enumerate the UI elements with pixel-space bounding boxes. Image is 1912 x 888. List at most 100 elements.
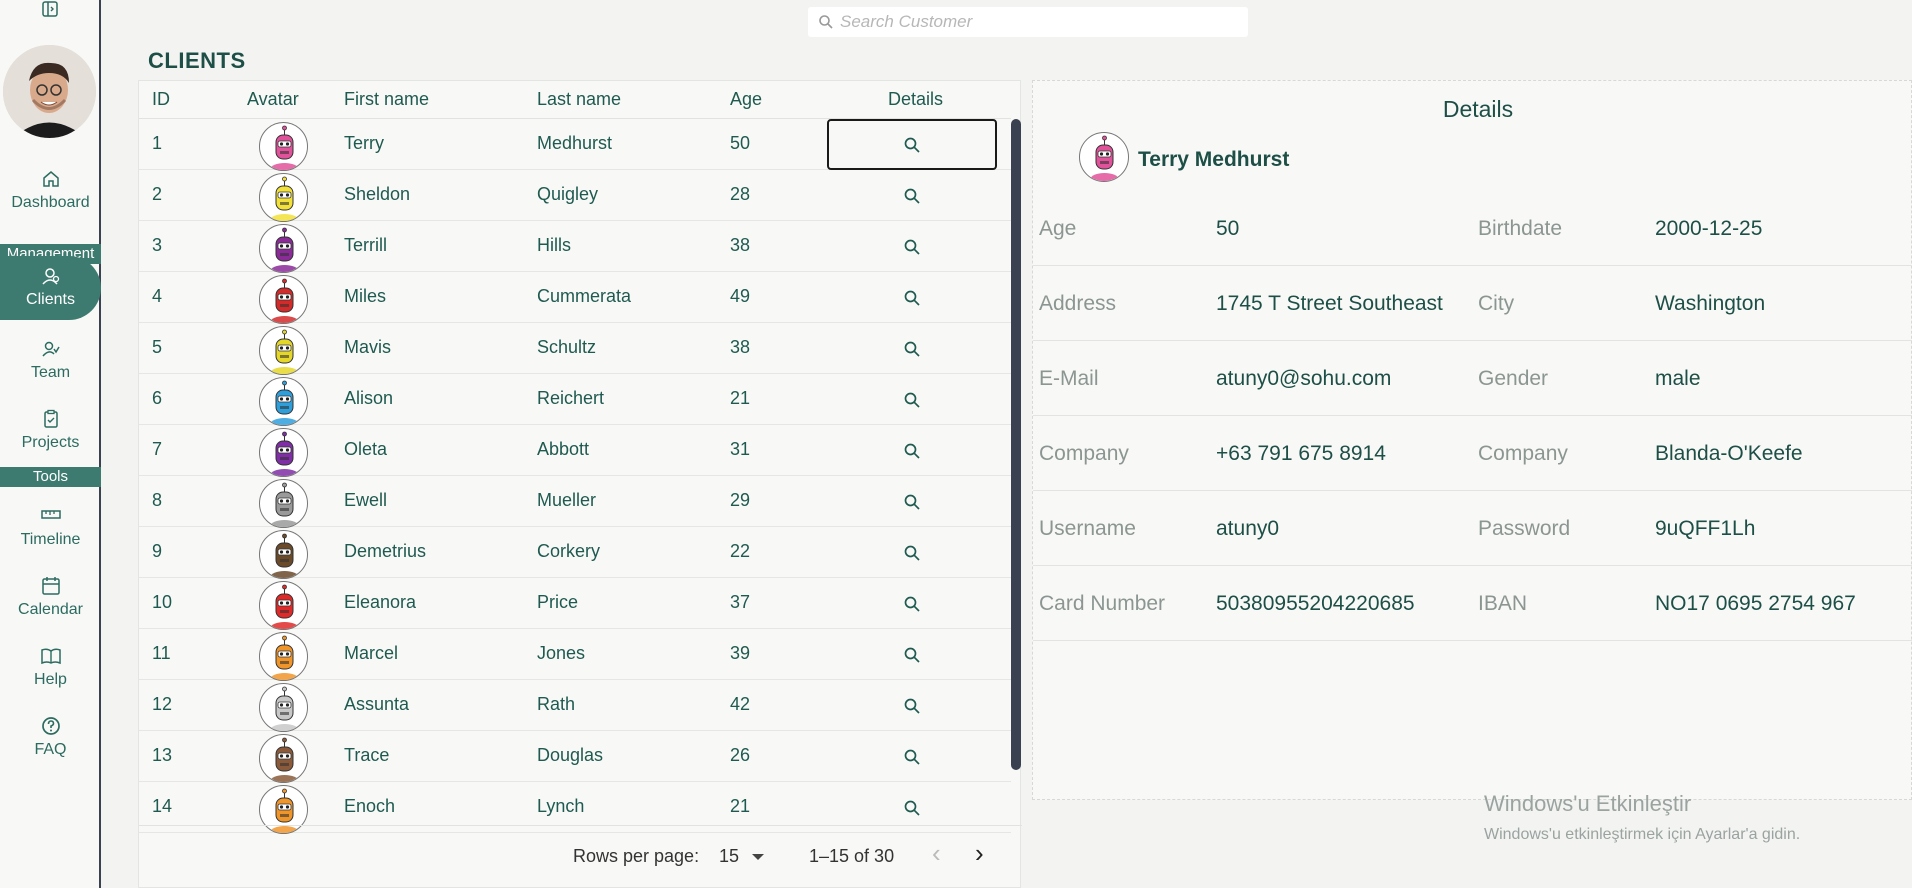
header-age[interactable]: Age <box>730 89 762 110</box>
cell-last-name: Mueller <box>537 490 597 510</box>
details-button[interactable] <box>827 323 997 374</box>
details-label: Company <box>1478 442 1568 465</box>
table-row[interactable]: 11 Marcel Jones 39 <box>139 629 1011 681</box>
cell-id: 6 <box>152 388 163 408</box>
row-avatar <box>259 530 308 579</box>
clients-icon <box>41 268 59 285</box>
details-name: Terry Medhurst <box>1138 148 1290 171</box>
nav-dashboard-label: Dashboard <box>11 194 90 211</box>
cell-last-name: Quigley <box>537 184 599 204</box>
nav-projects[interactable]: Projects <box>0 408 101 452</box>
table-row[interactable]: 8 Ewell Mueller 29 <box>139 476 1011 528</box>
nav-projects-label: Projects <box>21 434 80 451</box>
header-id[interactable]: ID <box>152 89 170 110</box>
details-button[interactable] <box>827 629 997 680</box>
nav-help-label: Help <box>34 671 67 688</box>
table-row[interactable]: 12 Assunta Rath 42 <box>139 680 1011 732</box>
table-row[interactable]: 3 Terrill Hills 38 <box>139 221 1011 273</box>
search-icon <box>904 647 920 663</box>
details-button[interactable] <box>827 170 997 221</box>
cell-last-name: Corkery <box>537 541 601 561</box>
details-button[interactable] <box>827 476 997 527</box>
nav-team[interactable]: Team <box>0 338 101 382</box>
details-label: IBAN <box>1478 592 1528 615</box>
table-row[interactable]: 13 Trace Douglas 26 <box>139 731 1011 783</box>
details-row: E-Mail atuny0@sohu.com Gender male <box>1033 341 1912 416</box>
sidebar-toggle-icon[interactable] <box>41 0 59 18</box>
table-row[interactable]: 1 Terry Medhurst 50 <box>139 119 1011 171</box>
row-avatar <box>259 275 308 324</box>
cell-id: 13 <box>152 745 173 765</box>
details-label: Card Number <box>1039 592 1166 615</box>
table-row[interactable]: 2 Sheldon Quigley 28 <box>139 170 1011 222</box>
details-button[interactable] <box>827 374 997 425</box>
nav-timeline[interactable]: Timeline <box>0 505 101 549</box>
table-row[interactable]: 7 Oleta Abbott 31 <box>139 425 1011 477</box>
table-row[interactable]: 10 Eleanora Price 37 <box>139 578 1011 630</box>
details-button[interactable] <box>827 119 997 170</box>
cell-last-name: Cummerata <box>537 286 632 306</box>
table-row[interactable]: 9 Demetrius Corkery 22 <box>139 527 1011 579</box>
cell-id: 10 <box>152 592 173 612</box>
details-label: Password <box>1478 517 1571 540</box>
cell-age: 38 <box>730 235 751 255</box>
details-label: Company <box>1039 442 1129 465</box>
details-label: Address <box>1039 292 1117 315</box>
cell-last-name: Schultz <box>537 337 597 357</box>
cell-last-name: Jones <box>537 643 586 663</box>
cell-id: 7 <box>152 439 163 459</box>
robot-avatar-icon <box>270 533 299 578</box>
cell-first-name: Ewell <box>344 490 388 510</box>
details-button[interactable] <box>827 731 997 782</box>
table-row[interactable]: 5 Mavis Schultz 38 <box>139 323 1011 375</box>
details-button[interactable] <box>827 680 997 731</box>
clipboard-icon <box>43 409 58 428</box>
cell-age: 39 <box>730 643 751 663</box>
row-avatar <box>259 581 308 630</box>
clients-table: ID Avatar First name Last name Age Detai… <box>138 80 1022 888</box>
pagination-range: 1–15 of 30 <box>809 846 895 866</box>
details-avatar <box>1079 132 1129 182</box>
search-input[interactable] <box>840 12 1240 32</box>
header-avatar[interactable]: Avatar <box>247 89 299 110</box>
next-page-button[interactable]: › <box>975 838 984 869</box>
table-row[interactable]: 4 Miles Cummerata 49 <box>139 272 1011 324</box>
rows-per-page-select[interactable]: 15 <box>719 846 765 867</box>
search-icon <box>904 494 920 510</box>
cell-first-name: Enoch <box>344 796 396 816</box>
details-button[interactable] <box>827 527 997 578</box>
table-body: 1 Terry Medhurst 50 2 Sheldon Quigley 28 3 Terril… <box>139 119 1011 888</box>
details-panel: Details Terry Medhurst Age 50 Birthdate 200… <box>1032 80 1912 800</box>
cell-last-name: Douglas <box>537 745 604 765</box>
user-avatar[interactable] <box>3 45 96 138</box>
row-avatar <box>259 173 308 222</box>
cell-last-name: Medhurst <box>537 133 613 153</box>
table-row[interactable]: 6 Alison Reichert 21 <box>139 374 1011 426</box>
details-button[interactable] <box>827 578 997 629</box>
robot-avatar-icon <box>270 635 299 680</box>
cell-last-name: Price <box>537 592 579 612</box>
header-last-name[interactable]: Last name <box>537 89 621 110</box>
header-details[interactable]: Details <box>888 89 943 110</box>
nav-dashboard[interactable]: Dashboard <box>0 168 101 212</box>
nav-calendar[interactable]: Calendar <box>0 575 101 619</box>
table-pagination: Rows per page: 15 1–15 of 30 ‹ › <box>139 825 1022 888</box>
cell-first-name: Eleanora <box>344 592 417 612</box>
robot-avatar-icon <box>270 278 299 323</box>
header-first-name[interactable]: First name <box>344 89 429 110</box>
prev-page-button[interactable]: ‹ <box>932 838 941 869</box>
nav-clients[interactable]: Clients <box>0 256 101 320</box>
table-scrollbar[interactable] <box>1011 119 1021 770</box>
question-icon <box>41 717 60 735</box>
nav-faq[interactable]: FAQ <box>0 715 101 759</box>
details-button[interactable] <box>827 221 997 272</box>
details-button[interactable] <box>827 272 997 323</box>
cell-first-name: Terry <box>344 133 384 153</box>
cell-age: 50 <box>730 133 751 153</box>
search-bar[interactable] <box>808 7 1248 37</box>
details-value: Blanda-O'Keefe <box>1655 442 1803 465</box>
robot-avatar-icon <box>270 176 299 221</box>
nav-calendar-label: Calendar <box>18 601 83 618</box>
details-button[interactable] <box>827 425 997 476</box>
nav-help[interactable]: Help <box>0 645 101 689</box>
